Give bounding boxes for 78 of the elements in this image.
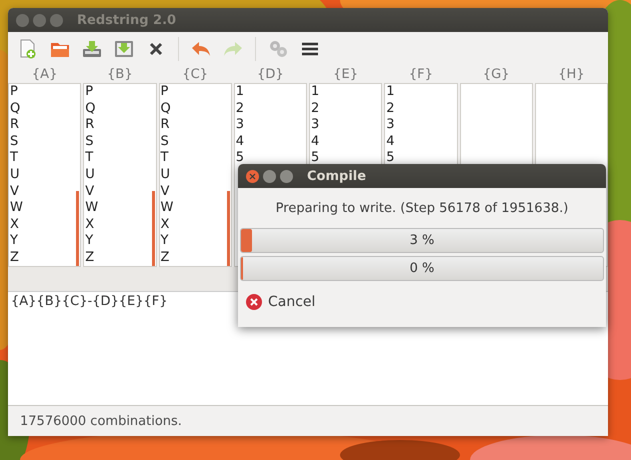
list-item[interactable]: V [9, 184, 19, 200]
list-item[interactable]: P [9, 84, 18, 101]
list-item[interactable]: Z [84, 250, 94, 266]
gears-icon [268, 39, 288, 59]
list-item[interactable]: 2 [234, 100, 244, 118]
list-item[interactable]: S [84, 134, 94, 150]
progress-label: 0 % [410, 261, 434, 276]
list-item[interactable]: 4 [310, 134, 320, 150]
list-item[interactable]: W [84, 200, 98, 217]
list-item[interactable]: Y [84, 233, 94, 250]
column-header: {H} [557, 66, 586, 83]
list-item[interactable]: U [84, 166, 95, 184]
list-item[interactable]: P [84, 84, 94, 101]
list-item[interactable]: X [160, 216, 170, 234]
progress-label: 3 % [410, 233, 434, 248]
redo-icon [223, 41, 243, 57]
column-header: {G} [482, 66, 510, 83]
list-item[interactable]: 1 [385, 84, 395, 101]
list-item[interactable]: W [9, 200, 23, 217]
list-item[interactable]: 3 [234, 117, 244, 134]
column-header: {D} [256, 66, 285, 83]
column-header: {A} [30, 66, 58, 83]
list-item[interactable]: 4 [385, 134, 395, 150]
status-text: 17576000 combinations. [8, 405, 608, 436]
list-item[interactable]: 4 [234, 134, 244, 150]
list-item[interactable]: V [160, 184, 170, 200]
download-tray-icon [114, 40, 134, 58]
list-box[interactable]: P Q R S T U V W X Y Z [158, 83, 232, 267]
scrollbar-thumb[interactable] [152, 191, 154, 266]
list-box[interactable]: P Q R S T U V W X Y Z [8, 83, 82, 267]
list-item[interactable]: 1 [234, 84, 244, 101]
column-header: {F} [408, 66, 434, 83]
list-item[interactable]: S [160, 134, 169, 150]
cancel-icon [246, 294, 262, 310]
list-item[interactable]: X [9, 216, 19, 234]
scrollbar-thumb[interactable] [76, 191, 80, 266]
menu-icon [302, 42, 318, 56]
list-item[interactable]: 2 [385, 100, 395, 118]
list-item[interactable]: 5 [310, 150, 320, 167]
new-file-icon [19, 39, 37, 59]
list-item[interactable]: 1 [310, 84, 320, 101]
list-item[interactable]: U [160, 166, 170, 184]
list-item[interactable]: Q [160, 100, 171, 118]
scrollbar-thumb[interactable] [226, 191, 230, 266]
download-icon [82, 40, 102, 58]
column-header: {B} [106, 66, 134, 83]
list-item[interactable]: U [9, 166, 20, 184]
list-item[interactable]: W [160, 200, 174, 217]
list-item[interactable]: R [160, 117, 170, 134]
window-title: Redstring 2.0 [77, 12, 176, 28]
list-item[interactable]: Y [160, 233, 168, 250]
column-header: {C} [181, 66, 209, 83]
cancel-button[interactable]: Cancel [244, 290, 318, 314]
list-item[interactable]: 5 [234, 150, 244, 167]
list-item[interactable]: R [9, 117, 20, 134]
list-item[interactable]: P [160, 84, 168, 101]
dialog-title: Compile [307, 168, 366, 184]
list-item[interactable]: 2 [310, 100, 320, 118]
undo-icon [191, 41, 211, 57]
list-item[interactable]: Y [9, 233, 18, 250]
list-item[interactable]: S [9, 134, 18, 150]
column-header: {E} [332, 66, 359, 83]
list-item[interactable]: Z [9, 250, 19, 266]
list-item[interactable]: X [84, 216, 94, 234]
folder-icon [50, 40, 70, 58]
list-box[interactable]: P Q R S T U V W X Y Z [83, 83, 156, 267]
list-item[interactable]: R [84, 117, 94, 134]
list-item[interactable]: V [84, 184, 94, 200]
list-item[interactable]: T [160, 150, 168, 167]
list-item[interactable]: T [9, 150, 18, 167]
list-item[interactable]: Z [160, 250, 170, 266]
list-item[interactable]: T [84, 150, 94, 167]
list-item[interactable]: Q [84, 100, 96, 118]
progress-message: Preparing to write. (Step 56178 of 1951638.) [274, 200, 570, 218]
list-item[interactable]: 3 [385, 117, 395, 134]
list-item[interactable]: Q [9, 100, 20, 118]
list-item[interactable]: 5 [385, 150, 395, 167]
list-item[interactable]: 3 [310, 117, 320, 134]
